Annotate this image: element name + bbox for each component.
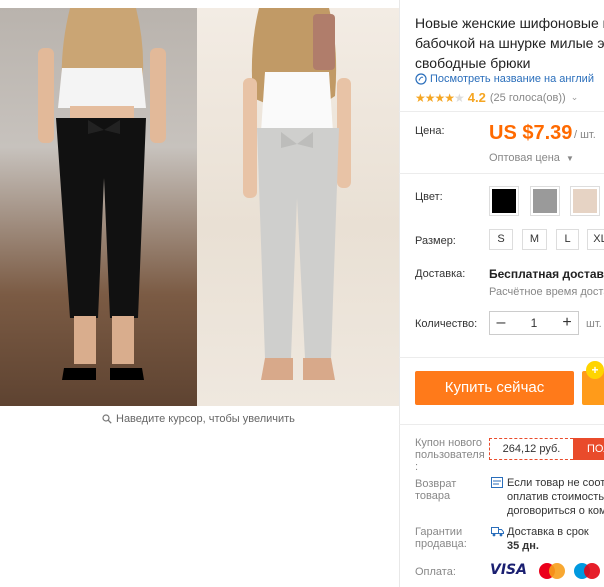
shipping-value[interactable]: Бесплатная доставка bbox=[489, 267, 604, 281]
product-title: Новые женские шифоновые ш бабочкой на шн… bbox=[415, 13, 604, 73]
color-swatch-grey[interactable] bbox=[530, 186, 560, 216]
payment-label: Оплата: bbox=[415, 566, 456, 578]
product-title-line: Новые женские шифоновые ш bbox=[415, 15, 604, 31]
rating-row[interactable]: ★★★★★ 4.2 (25 голоса(ов)) ⌄ bbox=[415, 90, 578, 105]
return-icon bbox=[491, 477, 503, 488]
returns-label: Возврат товара bbox=[415, 478, 456, 502]
quantity-stepper[interactable]: – 1 + bbox=[489, 311, 579, 335]
returns-text-line: Если товар не соотв bbox=[507, 477, 604, 489]
delivery-truck-icon bbox=[491, 527, 504, 537]
column-divider bbox=[399, 0, 400, 587]
divider bbox=[399, 357, 604, 358]
size-option-s[interactable]: S bbox=[489, 229, 513, 250]
zoom-hint: Наведите курсор, чтобы увеличить bbox=[102, 413, 295, 425]
rating-value: 4.2 bbox=[467, 90, 486, 105]
returns-text: Если товар не соотв оплатив стоимость до… bbox=[507, 476, 604, 518]
size-option-xl[interactable]: XL bbox=[587, 229, 604, 250]
guarantee-text-line: Доставка в срок bbox=[507, 526, 589, 538]
coupon-label-line: : bbox=[415, 461, 419, 473]
magnifier-icon bbox=[102, 414, 112, 424]
divider bbox=[399, 111, 604, 112]
divider bbox=[399, 173, 604, 174]
price-value: US $7.39 bbox=[489, 122, 573, 144]
size-label: Размер: bbox=[415, 235, 456, 247]
returns-label-line: Возврат bbox=[415, 478, 457, 490]
product-photo-grey[interactable] bbox=[197, 8, 399, 406]
buy-now-button[interactable]: Купить сейчас bbox=[415, 371, 574, 405]
coupon-label: Купон нового пользователя : bbox=[415, 437, 485, 473]
guarantee-text: Доставка в срок 35 дн. bbox=[507, 525, 589, 553]
price-unit: / шт. bbox=[574, 129, 596, 141]
color-label: Цвет: bbox=[415, 191, 443, 203]
coupon-label-line: Купон нового bbox=[415, 437, 483, 449]
shipping-estimate: Расчётное время доста bbox=[489, 286, 604, 298]
guarantee-label-line: продавца: bbox=[415, 538, 467, 550]
quantity-input[interactable]: 1 bbox=[512, 316, 556, 330]
color-swatch-black[interactable] bbox=[489, 186, 519, 216]
returns-text-line: оплатив стоимость bbox=[507, 491, 604, 503]
coupon-label-line: пользователя bbox=[415, 449, 485, 461]
color-swatch-beige[interactable] bbox=[570, 186, 600, 216]
product-title-line: бабочкой на шнурке милые эл bbox=[415, 35, 604, 51]
product-photo-black[interactable] bbox=[0, 8, 197, 406]
rating-votes[interactable]: (25 голоса(ов)) bbox=[490, 92, 566, 104]
quantity-decrease-button[interactable]: – bbox=[490, 312, 512, 334]
visa-icon: VISA bbox=[490, 562, 527, 578]
product-title-line: свободные брюки bbox=[415, 55, 531, 71]
returns-label-line: товара bbox=[415, 490, 451, 502]
get-coupon-button[interactable]: ПОЛ bbox=[573, 438, 604, 460]
plus-badge-icon: + bbox=[586, 361, 604, 379]
guarantee-label-line: Гарантии bbox=[415, 526, 463, 538]
size-option-l[interactable]: L bbox=[556, 229, 579, 250]
divider bbox=[399, 424, 604, 425]
price-label: Цена: bbox=[415, 125, 445, 137]
rating-stars-icon: ★★★★★ bbox=[415, 90, 465, 105]
guarantee-days: 35 дн. bbox=[507, 540, 539, 552]
chevron-down-icon: ⌄ bbox=[570, 92, 579, 102]
translate-link[interactable]: Посмотреть название на англий bbox=[415, 73, 594, 85]
translate-icon bbox=[415, 73, 427, 85]
returns-text-line: договориться о ком bbox=[507, 505, 604, 517]
wholesale-price-text[interactable]: Оптовая цена bbox=[489, 152, 560, 164]
wholesale-price-toggle[interactable]: Оптовая цена ▼ bbox=[489, 152, 574, 164]
size-option-m[interactable]: M bbox=[522, 229, 547, 250]
caret-down-icon: ▼ bbox=[565, 154, 574, 163]
quantity-label: Количество: bbox=[415, 318, 478, 330]
shipping-label: Доставка: bbox=[415, 268, 466, 280]
maestro-icon bbox=[574, 563, 600, 579]
coupon-amount: 264,12 руб. bbox=[489, 438, 573, 460]
translate-link-text[interactable]: Посмотреть название на англий bbox=[430, 73, 594, 85]
zoom-hint-text: Наведите курсор, чтобы увеличить bbox=[116, 413, 295, 425]
quantity-increase-button[interactable]: + bbox=[556, 312, 578, 334]
mastercard-icon bbox=[539, 563, 565, 579]
guarantee-label: Гарантии продавца: bbox=[415, 526, 467, 550]
quantity-unit: шт. bbox=[586, 318, 602, 330]
